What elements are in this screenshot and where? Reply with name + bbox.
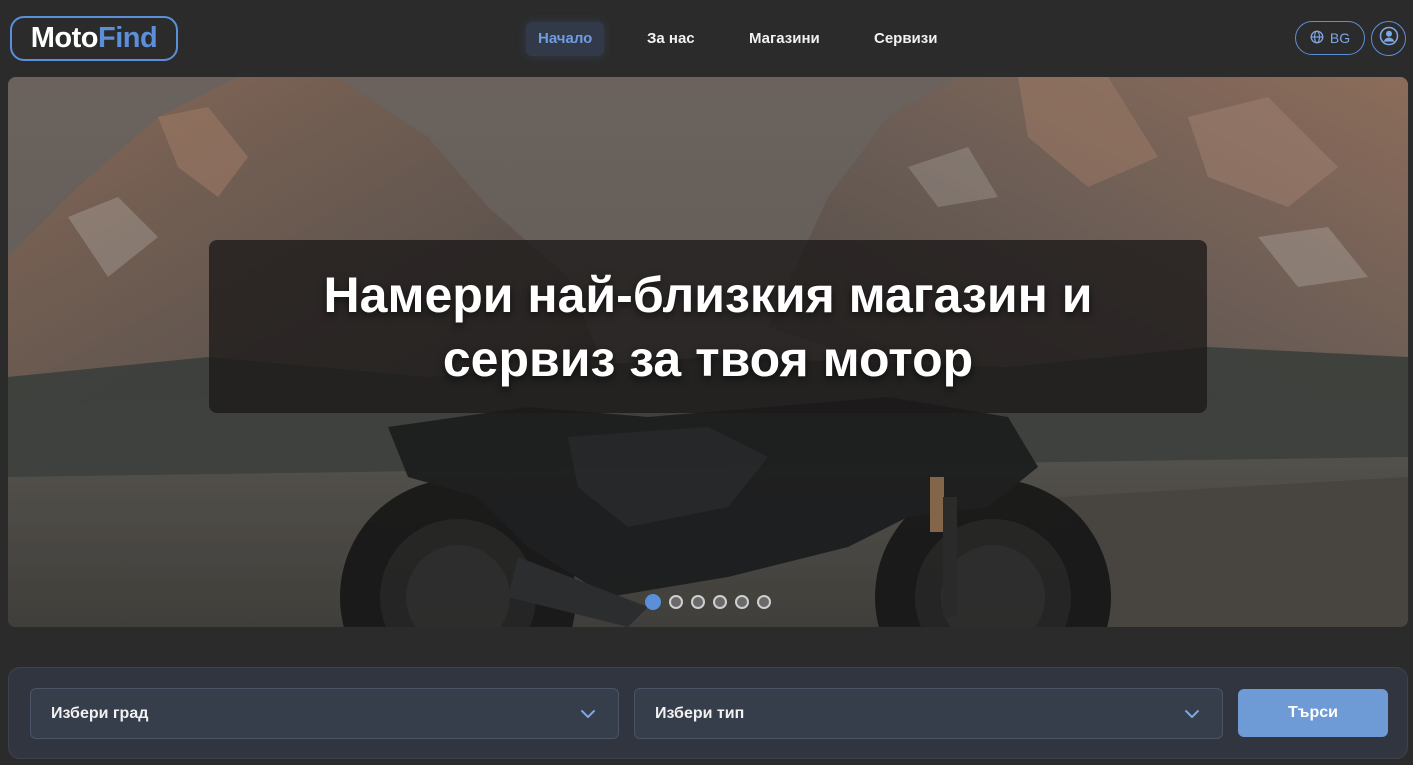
type-select-placeholder: Избери тип: [655, 704, 745, 722]
navbar: Moto Find Начало За нас Магазини Сервизи …: [0, 0, 1413, 77]
search-button[interactable]: Търси: [1238, 689, 1388, 737]
user-account-button[interactable]: [1371, 21, 1406, 56]
search-panel: Избери град Избери тип Търси: [8, 667, 1408, 759]
city-select[interactable]: Избери град: [30, 688, 619, 739]
headline-box: Намери най-близкия магазин и сервиз за т…: [209, 240, 1207, 413]
hero-headline: Намери най-близкия магазин и сервиз за т…: [323, 266, 1093, 387]
language-button[interactable]: BG: [1295, 21, 1365, 55]
carousel-dots: [645, 594, 771, 610]
nav-item-shops[interactable]: Магазини: [737, 22, 832, 56]
language-label: BG: [1329, 30, 1351, 46]
carousel-dot-6[interactable]: [757, 595, 771, 609]
globe-icon: [1310, 30, 1324, 47]
hero-carousel: Намери най-близкия магазин и сервиз за т…: [8, 77, 1408, 627]
carousel-dot-4[interactable]: [713, 595, 727, 609]
city-select-placeholder: Избери град: [51, 704, 149, 722]
nav-item-about[interactable]: За нас: [635, 22, 707, 56]
type-select[interactable]: Избери тип: [634, 688, 1223, 739]
carousel-dot-1[interactable]: [645, 594, 661, 610]
main-nav: Начало За нас Магазини Сервизи: [0, 22, 1413, 56]
chevron-down-icon: [1184, 706, 1200, 727]
carousel-dot-5[interactable]: [735, 595, 749, 609]
carousel-dot-3[interactable]: [691, 595, 705, 609]
chevron-down-icon: [580, 706, 596, 727]
user-icon: [1379, 26, 1399, 51]
nav-item-services[interactable]: Сервизи: [862, 22, 949, 56]
carousel-dot-2[interactable]: [669, 595, 683, 609]
nav-item-home[interactable]: Начало: [526, 22, 605, 56]
